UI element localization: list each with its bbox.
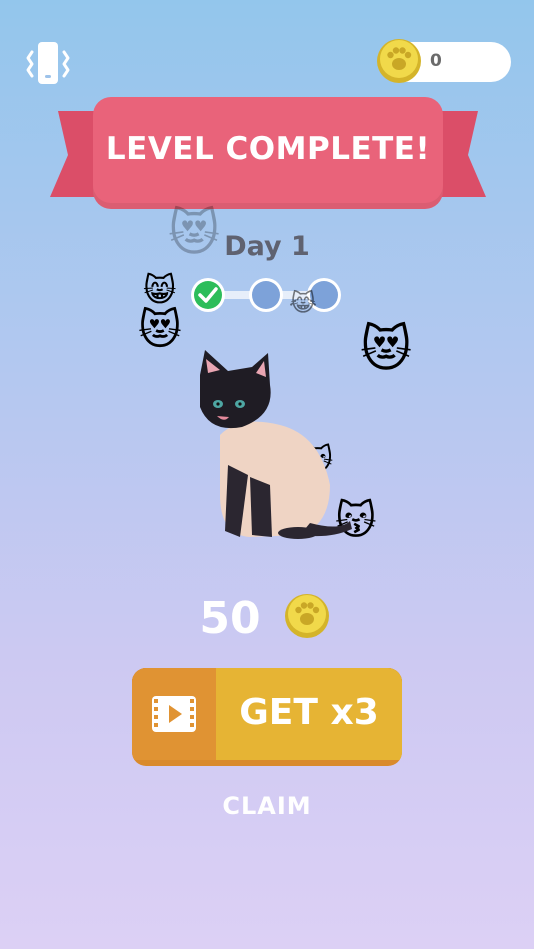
get-x3-button[interactable]: GET x3 bbox=[132, 668, 402, 766]
vibrate-toggle-button[interactable] bbox=[22, 40, 74, 86]
progress-step-pending bbox=[249, 278, 283, 312]
faded-cat-emoji: 😹 bbox=[289, 289, 318, 317]
heart-eyes-cat-emoji: 😻 bbox=[360, 320, 413, 378]
day-progress bbox=[190, 276, 346, 314]
progress-step-completed bbox=[191, 278, 225, 312]
claim-button[interactable]: CLAIM bbox=[0, 792, 534, 820]
heart-eyes-cat-emoji: 😻 bbox=[138, 305, 182, 354]
day-label: Day 1 bbox=[224, 231, 310, 262]
banner-body: LEVEL COMPLETE! bbox=[93, 97, 443, 209]
phone-vibrate-icon bbox=[26, 42, 70, 84]
coin-count: 0 bbox=[430, 51, 442, 71]
reward-amount: 50 bbox=[199, 593, 261, 644]
grinning-cat-emoji: 😸 bbox=[143, 271, 177, 309]
paw-coin-icon bbox=[376, 38, 422, 84]
level-complete-banner: LEVEL COMPLETE! bbox=[50, 97, 486, 213]
video-ad-icon bbox=[152, 696, 196, 732]
paw-coin-icon bbox=[284, 593, 330, 639]
get-x3-icon-panel bbox=[132, 668, 216, 760]
level-complete-title: LEVEL COMPLETE! bbox=[105, 131, 431, 167]
siamese-cat-illustration bbox=[180, 345, 360, 545]
get-x3-label: GET x3 bbox=[239, 692, 379, 733]
